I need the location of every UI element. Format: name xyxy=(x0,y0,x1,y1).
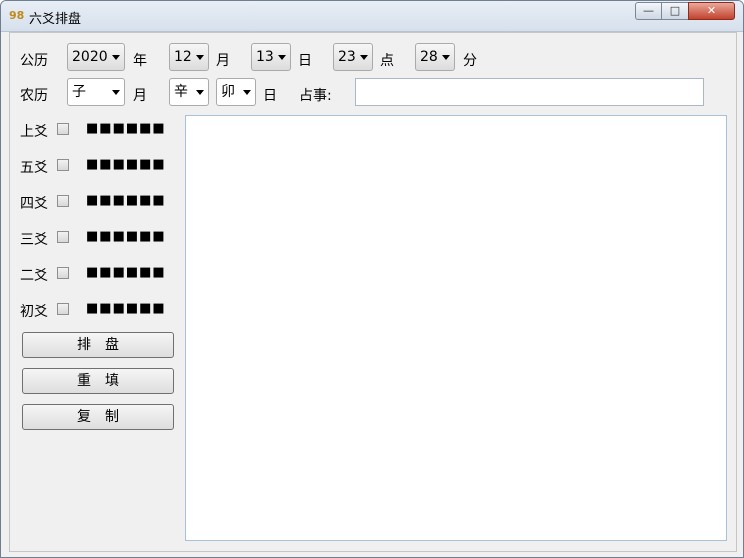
day-branch-select[interactable]: 卯 xyxy=(216,78,256,106)
yao-checkbox-first[interactable] xyxy=(57,303,69,315)
year-value: 2020 xyxy=(72,49,108,65)
minimize-button[interactable]: — xyxy=(635,2,662,20)
year-unit: 年 xyxy=(133,53,147,69)
yao-line-fourth: ■■■■■■ xyxy=(86,193,166,208)
copy-button[interactable]: 复 制 xyxy=(22,404,174,430)
arrange-button[interactable]: 排 盘 xyxy=(22,332,174,358)
yao-label-fourth: 四爻 xyxy=(20,196,48,212)
close-button[interactable]: ✕ xyxy=(688,2,735,20)
yao-checkbox-fourth[interactable] xyxy=(57,195,69,207)
yao-label-third: 三爻 xyxy=(20,232,48,248)
chevron-down-icon xyxy=(196,55,204,60)
window-title: 六爻排盘 xyxy=(29,12,82,27)
yao-checkbox-second[interactable] xyxy=(57,267,69,279)
main-window: 98 六爻排盘 — □ ✕ 公历 2020 年 12 月 13 日 23 点 2… xyxy=(0,0,744,558)
day-select[interactable]: 13 xyxy=(251,43,291,71)
year-select[interactable]: 2020 xyxy=(67,43,125,71)
chevron-down-icon xyxy=(112,55,120,60)
yao-line-first: ■■■■■■ xyxy=(86,301,166,316)
day-value: 13 xyxy=(256,49,274,65)
yao-line-top: ■■■■■■ xyxy=(86,121,166,136)
matter-label: 占事: xyxy=(299,88,332,104)
chevron-down-icon xyxy=(243,90,251,95)
chevron-down-icon xyxy=(112,90,120,95)
month-unit: 月 xyxy=(216,53,230,69)
lunar-month-unit: 月 xyxy=(133,88,147,104)
yao-label-first: 初爻 xyxy=(20,304,48,320)
matter-input[interactable] xyxy=(355,78,704,106)
month-select[interactable]: 12 xyxy=(169,43,209,71)
day-unit: 日 xyxy=(298,53,312,69)
yao-line-third: ■■■■■■ xyxy=(86,229,166,244)
lunar-month-select[interactable]: 子 xyxy=(67,78,125,106)
yao-label-fifth: 五爻 xyxy=(20,160,48,176)
result-textarea[interactable] xyxy=(185,115,727,541)
day-stem-value: 辛 xyxy=(174,84,188,100)
lunar-label: 农历 xyxy=(20,88,48,104)
hour-unit: 点 xyxy=(380,53,394,69)
hour-select[interactable]: 23 xyxy=(333,43,373,71)
minute-select[interactable]: 28 xyxy=(415,43,455,71)
hour-value: 23 xyxy=(338,49,356,65)
lunar-day-unit: 日 xyxy=(263,88,277,104)
title-bar[interactable]: 98 六爻排盘 — □ ✕ xyxy=(1,1,743,32)
yao-checkbox-fifth[interactable] xyxy=(57,159,69,171)
yao-checkbox-third[interactable] xyxy=(57,231,69,243)
yao-label-top: 上爻 xyxy=(20,124,48,140)
app-icon: 98 xyxy=(9,9,25,22)
reset-button[interactable]: 重 填 xyxy=(22,368,174,394)
gregorian-label: 公历 xyxy=(20,53,48,69)
lunar-month-value: 子 xyxy=(72,84,86,100)
minute-value: 28 xyxy=(420,49,438,65)
client-area: 公历 2020 年 12 月 13 日 23 点 28 分 农历 子 月 辛 卯… xyxy=(9,32,737,552)
chevron-down-icon xyxy=(278,55,286,60)
minute-unit: 分 xyxy=(463,53,477,69)
chevron-down-icon xyxy=(196,90,204,95)
chevron-down-icon xyxy=(360,55,368,60)
chevron-down-icon xyxy=(442,55,450,60)
day-branch-value: 卯 xyxy=(221,84,235,100)
yao-line-second: ■■■■■■ xyxy=(86,265,166,280)
yao-label-second: 二爻 xyxy=(20,268,48,284)
yao-checkbox-top[interactable] xyxy=(57,123,69,135)
maximize-button[interactable]: □ xyxy=(661,2,689,20)
month-value: 12 xyxy=(174,49,192,65)
yao-line-fifth: ■■■■■■ xyxy=(86,157,166,172)
day-stem-select[interactable]: 辛 xyxy=(169,78,209,106)
